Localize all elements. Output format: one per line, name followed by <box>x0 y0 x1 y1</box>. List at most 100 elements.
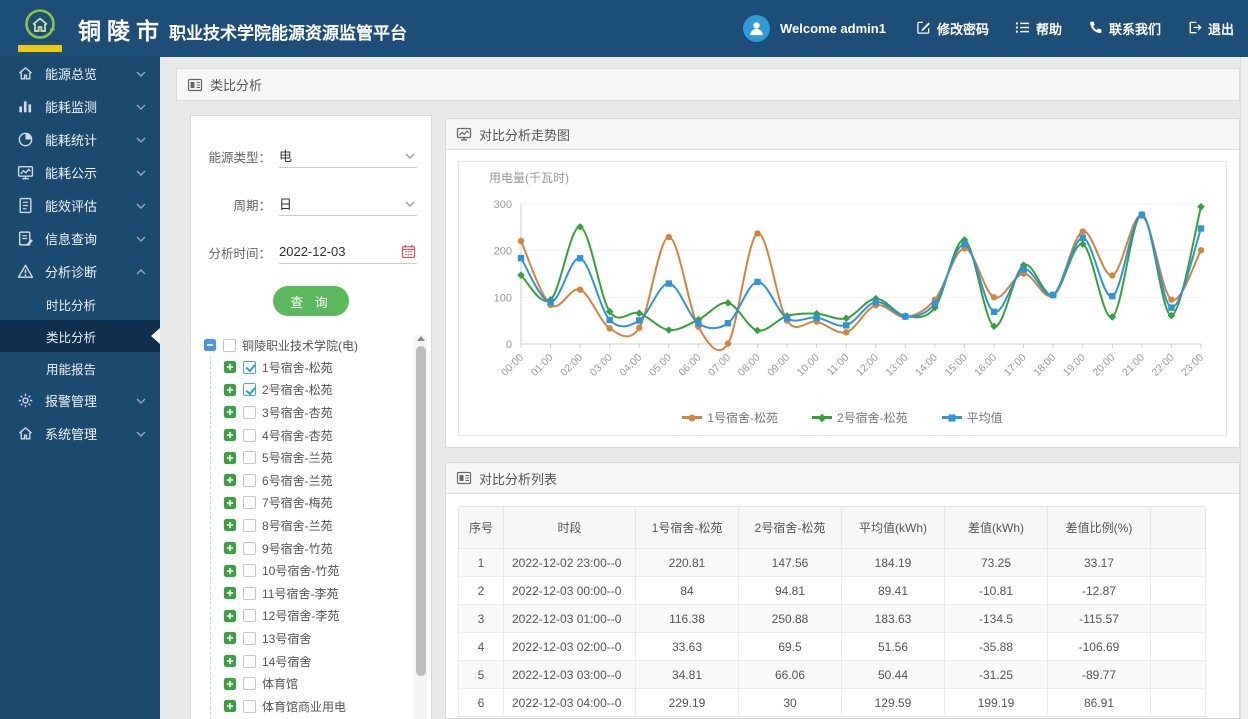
tree-item-label[interactable]: 1号宿舍-松苑 <box>262 359 333 376</box>
sidebar-item-8[interactable]: 报警管理 <box>0 384 160 417</box>
line-chart: 用电量(千瓦时) 0 100 200 300 00:00 01:00 02:00 03:00 04… <box>458 161 1227 436</box>
header-action-4[interactable]: 退出 <box>1187 19 1234 38</box>
analysis-time-input[interactable]: 2022-12-03 <box>279 240 417 264</box>
period-value: 日 <box>279 197 293 212</box>
sidebar-item-7[interactable]: 分析诊断 <box>0 255 160 288</box>
tree-item-checkbox[interactable] <box>243 428 256 442</box>
legend-item-2[interactable]: 2号宿舍-松苑 <box>811 409 908 426</box>
scroll-up-arrow[interactable] <box>417 336 425 341</box>
sidebar-subitem-类比分析[interactable]: 类比分析 <box>0 320 160 352</box>
header-action-label: 联系我们 <box>1108 22 1161 37</box>
tree-item-checkbox[interactable] <box>243 654 256 668</box>
sidebar-subitem-时比分析[interactable]: 时比分析 <box>0 288 160 320</box>
expand-plus-icon[interactable] <box>223 428 237 442</box>
tree-item-label[interactable]: 11号宿舍-李苑 <box>262 585 338 602</box>
expand-plus-icon[interactable] <box>223 699 237 713</box>
legend-item-1[interactable]: 1号宿舍-松苑 <box>682 409 778 426</box>
tree-item-label[interactable]: 2号宿舍-松苑 <box>262 381 333 398</box>
tree-item-label[interactable]: 8号宿舍-兰苑 <box>262 517 333 534</box>
tree-item-label[interactable]: 6号宿舍-兰苑 <box>262 472 333 489</box>
expand-plus-icon[interactable] <box>223 473 237 487</box>
monitor-chart-icon <box>456 126 472 142</box>
tree-item-label[interactable]: 10号宿舍-竹苑 <box>262 562 339 579</box>
svg-text:18:00: 18:00 <box>1031 352 1058 379</box>
expand-plus-icon[interactable] <box>223 451 237 465</box>
expand-plus-icon[interactable] <box>223 541 237 555</box>
sidebar-item-2[interactable]: 能耗监测 <box>0 90 160 123</box>
tree-item-label[interactable]: 5号宿舍-兰苑 <box>262 449 333 466</box>
tree-root-checkbox[interactable] <box>223 338 236 352</box>
tree-item-checkbox[interactable] <box>243 383 256 397</box>
table-row-3: 3 2022-12-03 01:00--0 116.38 250.88 183.63 -1… <box>458 604 1206 633</box>
query-button[interactable]: 查 询 <box>273 286 349 316</box>
tree-item-checkbox[interactable] <box>243 564 256 578</box>
sidebar-item-5[interactable]: 能效评估 <box>0 189 160 222</box>
sidebar-subitem-用能报告[interactable]: 用能报告 <box>0 352 160 384</box>
energy-type-select[interactable]: 电 <box>279 144 417 168</box>
cell: 250.88 <box>738 604 842 633</box>
sidebar-item-1[interactable]: 能源总览 <box>0 57 160 90</box>
expand-plus-icon[interactable] <box>223 586 237 600</box>
svg-text:05:00: 05:00 <box>647 352 674 379</box>
tree-item-14: 14号宿舍 <box>223 650 427 673</box>
logo-house-icon <box>25 8 56 39</box>
tree-item-16: 体育馆商业用电 <box>223 695 427 718</box>
tree-item-checkbox[interactable] <box>243 631 256 645</box>
tree-item-label[interactable]: 4号宿舍-杏苑 <box>262 427 333 444</box>
expand-plus-icon[interactable] <box>223 360 237 374</box>
sidebar-item-9[interactable]: 系统管理 <box>0 417 160 450</box>
expand-plus-icon[interactable] <box>223 609 237 623</box>
tree-item-label[interactable]: 14号宿舍 <box>262 653 311 670</box>
tree-item-15: 体育馆 <box>223 672 427 695</box>
tree-item-checkbox[interactable] <box>243 451 256 465</box>
expand-plus-icon[interactable] <box>223 654 237 668</box>
header-action-3[interactable]: 联系我们 <box>1088 19 1161 38</box>
tree-item-label[interactable]: 7号宿舍-梅苑 <box>262 494 333 511</box>
sidebar-item-3[interactable]: 能耗统计 <box>0 123 160 156</box>
tree-item-label[interactable]: 12号宿舍-李苑 <box>262 607 339 624</box>
tree-item-checkbox[interactable] <box>243 677 256 691</box>
expand-plus-icon[interactable] <box>223 677 237 691</box>
header-action-2[interactable]: 帮助 <box>1015 19 1062 38</box>
tree-item-label[interactable]: 9号宿舍-竹苑 <box>262 540 333 557</box>
expand-plus-icon[interactable] <box>223 518 237 532</box>
page-scrollbar[interactable] <box>1240 57 1248 719</box>
calendar-icon[interactable] <box>401 244 416 259</box>
platform-title: 铜陵市 职业技术学院能源资源监管平台 <box>78 12 407 46</box>
tree-item-label[interactable]: 3号宿舍-杏苑 <box>262 404 333 421</box>
tree-item-checkbox[interactable] <box>243 518 256 532</box>
tree-item-checkbox[interactable] <box>243 405 256 419</box>
expand-plus-icon[interactable] <box>223 496 237 510</box>
tree-item-label[interactable]: 体育馆 <box>262 675 298 692</box>
svg-text:19:00: 19:00 <box>1061 352 1088 379</box>
svg-text:21:00: 21:00 <box>1120 352 1147 379</box>
tree-scrollbar-thumb[interactable] <box>415 346 426 676</box>
svg-text:300: 300 <box>494 199 512 211</box>
user-chip[interactable]: Welcome admin1 <box>742 15 886 42</box>
expand-plus-icon[interactable] <box>223 631 237 645</box>
sidebar-item-6[interactable]: 信息查询 <box>0 222 160 255</box>
svg-text:07:00: 07:00 <box>706 352 733 379</box>
legend-item-3[interactable]: 平均值 <box>941 409 1003 426</box>
sidebar-item-4[interactable]: 能耗公示 <box>0 156 160 189</box>
tree-item-checkbox[interactable] <box>243 541 256 555</box>
tree-scrollbar[interactable] <box>414 334 427 719</box>
tree-item-checkbox[interactable] <box>243 609 256 623</box>
expand-plus-icon[interactable] <box>223 564 237 578</box>
cell-empty <box>1150 688 1206 717</box>
collapse-minus-icon[interactable] <box>203 338 217 352</box>
header-action-1[interactable]: 修改密码 <box>916 19 989 38</box>
tree-item-label[interactable]: 体育馆商业用电 <box>262 698 346 715</box>
tree-item-checkbox[interactable] <box>243 699 256 713</box>
expand-plus-icon[interactable] <box>223 383 237 397</box>
expand-plus-icon[interactable] <box>223 405 237 419</box>
tree-item-checkbox[interactable] <box>243 360 256 374</box>
tree-item-label[interactable]: 13号宿舍 <box>262 630 311 647</box>
tree-item-checkbox[interactable] <box>243 586 256 600</box>
tree-root-label[interactable]: 铜陵职业技术学院(电) <box>242 337 358 354</box>
period-select[interactable]: 日 <box>279 192 417 216</box>
tree-item-checkbox[interactable] <box>243 473 256 487</box>
tree-item-checkbox[interactable] <box>243 496 256 510</box>
cell-empty <box>1150 604 1206 633</box>
tree-item-8: 8号宿舍-兰苑 <box>223 514 427 537</box>
